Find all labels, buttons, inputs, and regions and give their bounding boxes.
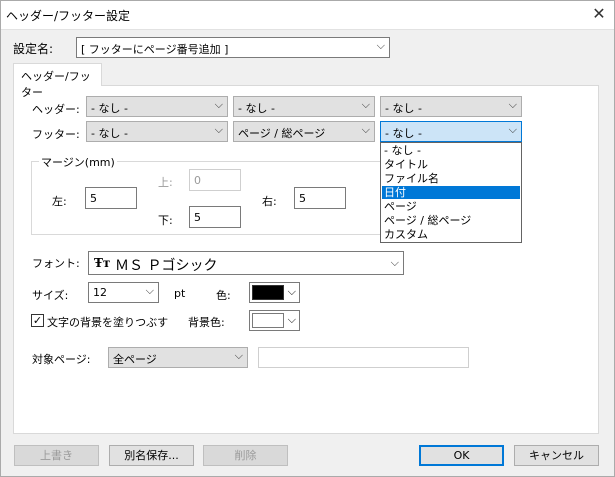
size-value: 12 [93, 286, 107, 299]
header-left-value: - なし - [91, 102, 128, 115]
checkmark-icon: ✓ [32, 314, 43, 327]
chevron-down-icon: ⌵ [376, 39, 385, 52]
dropdown-option[interactable]: ページ / 総ページ [382, 214, 520, 227]
chevron-down-icon: ⌵ [390, 256, 399, 269]
target-page-value: 全ページ [113, 353, 157, 366]
bg-color-swatch [252, 313, 284, 328]
window-title: ヘッダー/フッター設定 [6, 9, 131, 23]
title-bar: ヘッダー/フッター設定 ✕ [0, 0, 615, 30]
footer-left-select[interactable]: - なし - ⌵ [86, 121, 228, 142]
margin-top-label: 上: [158, 176, 173, 189]
font-value: ＭＳ Ｐゴシック [115, 258, 218, 274]
footer-left-value: - なし - [91, 127, 128, 140]
font-label: フォント: [32, 257, 80, 270]
save-as-button[interactable]: 別名保存... [109, 445, 194, 466]
footer-right-select[interactable]: - なし - ⌵ [380, 121, 522, 142]
size-label: サイズ: [32, 289, 69, 302]
fill-background-checkbox[interactable]: ✓ [31, 314, 44, 327]
ok-button[interactable]: OK [419, 445, 504, 466]
margin-bottom-label: 下: [158, 214, 173, 227]
chevron-down-icon: ⌵ [214, 98, 223, 111]
size-select[interactable]: 12 ⌵ [88, 282, 159, 303]
setting-name-value: [ フッターにページ番号追加 ] [81, 43, 229, 56]
margin-top-input: 0 [189, 169, 241, 191]
chevron-down-icon: ⌵ [145, 284, 154, 297]
dropdown-option[interactable]: ページ [382, 200, 520, 213]
footer-right-value: - なし - [385, 127, 422, 140]
close-icon[interactable]: ✕ [587, 3, 611, 25]
header-label: ヘッダー: [32, 103, 80, 116]
header-center-value: - なし - [238, 102, 275, 115]
size-unit: pt [174, 287, 186, 300]
dropdown-option[interactable]: ファイル名 [382, 172, 520, 185]
setting-name-label: 設定名: [13, 42, 54, 56]
chevron-down-icon: ⌵ [361, 123, 370, 136]
chevron-down-icon: ⌵ [361, 98, 370, 111]
text-color-swatch [252, 285, 284, 300]
margin-top-value: 0 [194, 174, 201, 187]
chevron-down-icon: ⌵ [234, 349, 243, 362]
color-label: 色: [216, 289, 231, 302]
margin-right-label: 右: [262, 195, 277, 208]
text-color-picker[interactable]: ⌵ [249, 282, 300, 303]
header-left-select[interactable]: - なし - ⌵ [86, 96, 228, 117]
dropdown-option[interactable]: タイトル [382, 158, 520, 171]
dropdown-option-selected[interactable]: 日付 [382, 186, 520, 199]
fill-background-label: 文字の背景を塗りつぶす [47, 316, 169, 329]
bg-color-label: 背景色: [188, 316, 225, 329]
target-page-label: 対象ページ: [32, 353, 91, 366]
margin-bottom-input[interactable]: 5 [189, 206, 241, 228]
tab-header-footer[interactable]: ヘッダー/フッター [13, 63, 102, 99]
margin-right-input[interactable]: 5 [294, 187, 346, 209]
chevron-down-icon: ⌵ [508, 98, 517, 111]
margin-left-input[interactable]: 5 [85, 187, 137, 209]
footer-label: フッター: [32, 128, 80, 141]
cancel-button[interactable]: キャンセル [514, 445, 599, 466]
footer-center-select[interactable]: ページ / 総ページ ⌵ [233, 121, 375, 142]
margin-left-label: 左: [52, 195, 67, 208]
tab-label: ヘッダー/フッター [21, 70, 91, 99]
truetype-font-icon: Ŧт [94, 256, 111, 270]
setting-name-select[interactable]: [ フッターにページ番号追加 ] ⌵ [76, 37, 390, 58]
margin-bottom-value: 5 [194, 211, 201, 224]
chevron-down-icon: ⌵ [508, 123, 517, 136]
font-select[interactable]: Ŧт ＭＳ Ｐゴシック ⌵ [88, 251, 404, 275]
dropdown-option[interactable]: - なし - [382, 144, 520, 157]
overwrite-button: 上書き [14, 445, 99, 466]
margin-legend: マージン(mm) [39, 154, 117, 170]
header-right-select[interactable]: - なし - ⌵ [380, 96, 522, 117]
footer-center-value: ページ / 総ページ [238, 127, 326, 140]
target-page-range-input[interactable] [258, 347, 469, 368]
chevron-down-icon: ⌵ [287, 313, 296, 326]
dropdown-option[interactable]: カスタム [382, 228, 520, 241]
target-page-select[interactable]: 全ページ ⌵ [108, 347, 248, 368]
header-center-select[interactable]: - なし - ⌵ [233, 96, 375, 117]
chevron-down-icon: ⌵ [287, 285, 296, 298]
footer-right-dropdown-list[interactable]: - なし - タイトル ファイル名 日付 ページ ページ / 総ページ カスタム [380, 142, 522, 243]
delete-button: 削除 [203, 445, 288, 466]
chevron-down-icon: ⌵ [214, 123, 223, 136]
margin-right-value: 5 [299, 192, 306, 205]
header-right-value: - なし - [385, 102, 422, 115]
bg-color-picker[interactable]: ⌵ [249, 310, 300, 331]
margin-left-value: 5 [90, 192, 97, 205]
